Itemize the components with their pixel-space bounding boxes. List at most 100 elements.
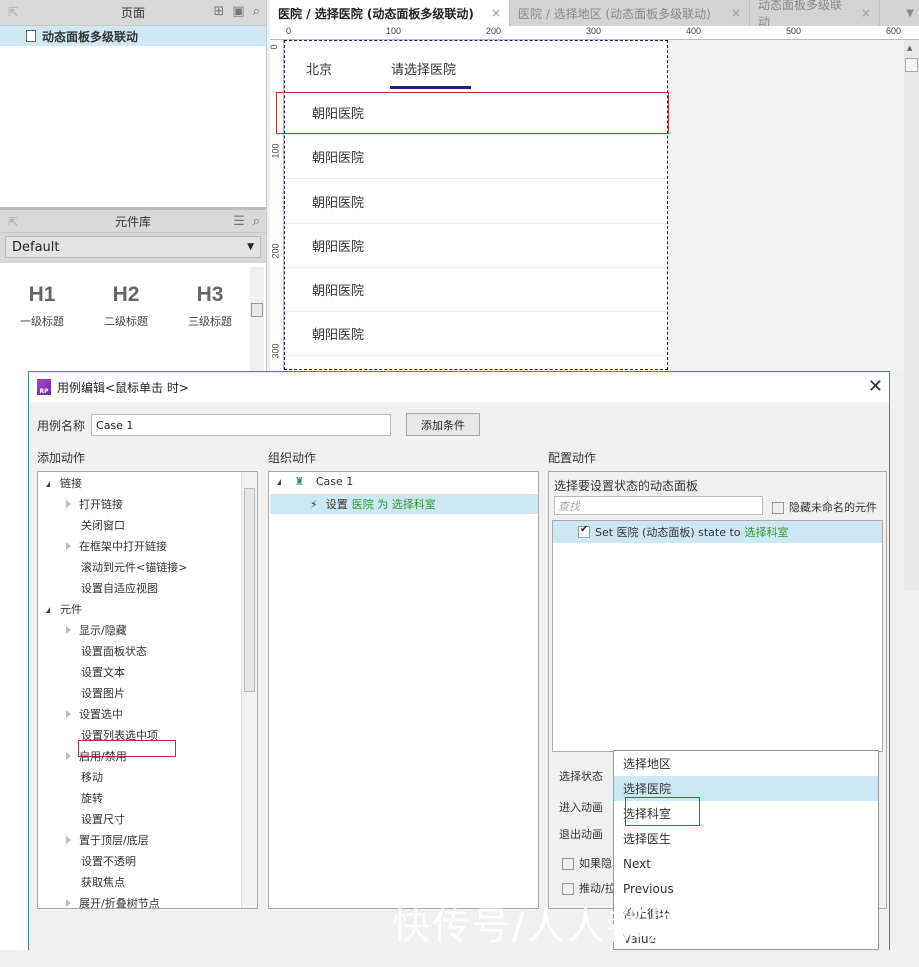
dialog-title: 用例编辑<鼠标单击 时>	[57, 380, 189, 395]
panel-list: Set 医院 (动态面板) state to 选择科室	[552, 520, 883, 752]
expand-triangle-icon[interactable]	[66, 710, 71, 718]
push-pull-checkbox[interactable]: 推动/拉	[562, 880, 616, 896]
action-tree-item[interactable]: 获取焦点	[81, 874, 125, 890]
page-item[interactable]: 动态面板多级联动	[0, 26, 266, 46]
hospital-row[interactable]: 朝阳医院	[285, 180, 667, 224]
collapse-triangle-icon[interactable]	[46, 607, 50, 613]
expand-triangle-icon[interactable]	[66, 542, 71, 550]
widget-h3[interactable]: H3 三级标题	[168, 283, 252, 329]
action-tree-item[interactable]: 设置尺寸	[81, 811, 125, 827]
highlight-outline	[625, 797, 700, 826]
action-tree-item[interactable]: 设置不透明	[81, 853, 136, 869]
action-tree-item[interactable]: 设置图片	[81, 685, 125, 701]
action-tree-item[interactable]: 滚动到元件<锚链接>	[81, 559, 187, 575]
action-tree-item[interactable]: 元件	[46, 601, 82, 617]
library-select[interactable]: Default ▼	[5, 236, 261, 258]
action-tree-item[interactable]: 设置选中	[66, 706, 123, 722]
action-tree-item[interactable]: 链接	[46, 475, 82, 491]
enter-animation-label: 进入动画	[559, 801, 603, 814]
expand-triangle-icon[interactable]	[66, 836, 71, 844]
hospital-row[interactable]: 朝阳医院	[285, 312, 667, 356]
action-tree-item-label: 获取焦点	[81, 876, 125, 889]
canvas-scrollbar[interactable]: ▲	[904, 40, 919, 590]
tab-label: 医院 / 选择医院 (动态面板多级联动)	[278, 6, 474, 21]
dropdown-option[interactable]: Previous	[614, 876, 878, 901]
library-panel-title: 元件库	[114, 214, 151, 229]
action-tree-item[interactable]: 设置列表选中项	[81, 727, 158, 743]
expand-triangle-icon[interactable]	[66, 899, 71, 907]
action-tree-item[interactable]: 显示/隐藏	[66, 622, 127, 638]
search-icon[interactable]: ⌕	[253, 214, 260, 229]
action-tree-item[interactable]: 移动	[81, 769, 103, 785]
close-icon[interactable]: ✕	[868, 376, 883, 397]
close-icon[interactable]: ×	[731, 6, 741, 20]
collapse-triangle-icon[interactable]	[46, 481, 50, 487]
tab-main-page[interactable]: 动态面板多级联动 ×	[750, 0, 880, 29]
widget-h2[interactable]: H2 二级标题	[84, 283, 168, 329]
action-tree-scrollbar[interactable]	[241, 472, 257, 908]
add-condition-button[interactable]: 添加条件	[406, 413, 480, 436]
action-tree-item[interactable]: 展开/折叠树节点	[66, 895, 160, 911]
action-tree-item[interactable]: 关闭窗口	[81, 517, 125, 533]
expand-triangle-icon[interactable]	[66, 752, 71, 760]
dropdown-option[interactable]: Next	[614, 851, 878, 876]
expand-triangle-icon[interactable]	[66, 626, 71, 634]
expand-icon[interactable]	[277, 479, 281, 485]
action-tree-item[interactable]: 设置文本	[81, 664, 125, 680]
horizontal-ruler: 0 100 200 300 400 500 600	[270, 26, 919, 40]
ruler-label: 300	[586, 26, 602, 36]
selected-row-outline	[276, 92, 669, 134]
hide-unnamed-checkbox[interactable]: 隐藏未命名的元件	[772, 499, 877, 515]
menu-icon[interactable]: ☰	[233, 214, 245, 229]
if-hidden-checkbox[interactable]: 如果隐	[562, 855, 612, 871]
action-node[interactable]: ⚡ 设置 医院 为 选择科室	[270, 494, 538, 514]
action-tree-item[interactable]: 在框架中打开链接	[66, 538, 167, 554]
action-tree-item[interactable]: 旋转	[81, 790, 103, 806]
expand-triangle-icon[interactable]	[66, 500, 71, 508]
action-tree-item[interactable]: 启用/禁用	[66, 748, 127, 764]
tab-select-hospital[interactable]: 医院 / 选择医院 (动态面板多级联动) ×	[270, 0, 510, 26]
collapse-icon[interactable]: ⇱	[8, 215, 18, 229]
dynamic-panel-artboard[interactable]: 北京 请选择医院 朝阳医院 朝阳医院 朝阳医院 朝阳医院 朝阳医院 朝阳医院	[284, 40, 668, 370]
case-name-input[interactable]: Case 1	[91, 414, 392, 436]
checkbox-icon	[772, 502, 784, 514]
action-tree-item-label: 旋转	[81, 792, 103, 805]
tab-list-icon[interactable]: ▼	[901, 0, 919, 26]
action-tree-item-label: 打开链接	[79, 498, 123, 511]
nav-hospital[interactable]: 请选择医院	[391, 59, 456, 78]
add-page-icon[interactable]: ⊞	[214, 4, 225, 19]
collapse-icon[interactable]: ⇱	[8, 5, 18, 19]
action-tree-item-label: 链接	[60, 477, 82, 490]
case-node[interactable]: ♜ Case 1	[277, 475, 353, 488]
action-tree-item-label: 设置尺寸	[81, 813, 125, 826]
action-tree-item[interactable]: 设置面板状态	[81, 643, 147, 659]
dropdown-option[interactable]: 选择地区	[614, 751, 878, 776]
search-icon[interactable]: ⌕	[253, 4, 260, 19]
action-tree-item-label: 移动	[81, 771, 103, 784]
hospital-row[interactable]: 朝阳医院	[285, 224, 667, 268]
checkbox-icon	[562, 883, 574, 895]
action-tree-item[interactable]: 设置自适应视图	[81, 580, 158, 596]
dropdown-option[interactable]: 选择医生	[614, 826, 878, 851]
close-icon[interactable]: ×	[491, 6, 501, 20]
action-prefix: 设置	[325, 498, 348, 511]
action-tree-item[interactable]: 打开链接	[66, 496, 123, 512]
tab-select-region[interactable]: 医院 / 选择地区 (动态面板多级联动) ×	[510, 0, 750, 26]
close-icon[interactable]: ×	[861, 6, 871, 20]
action-tree-item[interactable]: 置于顶层/底层	[66, 832, 149, 848]
checkbox-icon	[562, 858, 574, 870]
dropdown-option[interactable]: Value	[614, 926, 878, 951]
checkbox-checked-icon[interactable]	[578, 524, 590, 538]
state-dropdown-list[interactable]: 选择地区 选择医院 选择科室 选择医生 Next Previous 停止循环 Value	[613, 750, 879, 950]
action-tree-item-label: 关闭窗口	[81, 519, 125, 532]
panel-list-item[interactable]: Set 医院 (动态面板) state to 选择科室	[553, 521, 882, 543]
nav-city[interactable]: 北京	[306, 59, 332, 78]
widget-glyph: H1	[28, 283, 56, 306]
widget-h1[interactable]: H1 一级标题	[0, 283, 84, 329]
action-tree-item-label: 在框架中打开链接	[79, 540, 167, 553]
dropdown-option[interactable]: 停止循环	[614, 901, 878, 926]
panel-search-input[interactable]: 查找	[554, 496, 763, 515]
add-folder-icon[interactable]: ▣	[232, 4, 244, 19]
hospital-row[interactable]: 朝阳医院	[285, 135, 667, 179]
hospital-row[interactable]: 朝阳医院	[285, 268, 667, 312]
